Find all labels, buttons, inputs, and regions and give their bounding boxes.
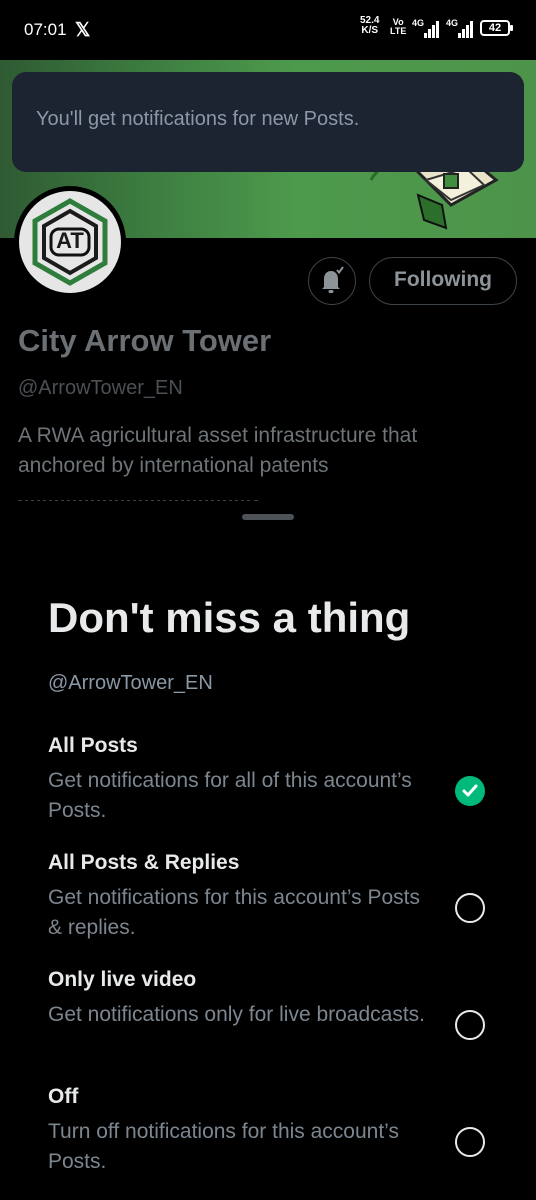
- avatar[interactable]: AT: [14, 186, 126, 298]
- volte-bottom: LTE: [390, 26, 407, 36]
- profile-bio: A RWA agricultural asset infrastructure …: [18, 424, 418, 477]
- network-speed: 52.4 K/S: [360, 16, 379, 36]
- signal-1-icon: [424, 20, 440, 38]
- avatar-text: AT: [56, 228, 84, 253]
- network-type-2: 4G: [446, 18, 459, 28]
- sheet-drag-handle[interactable]: [242, 514, 294, 520]
- sheet-subtitle: @ArrowTower_EN: [48, 672, 213, 694]
- option-title: All Posts: [48, 734, 138, 757]
- x-logo-icon: 𝕏: [75, 20, 91, 41]
- option-title: Only live video: [48, 968, 197, 991]
- option-title: Off: [48, 1085, 79, 1108]
- volte-indicator: Vo LTE: [390, 18, 406, 36]
- radio-all-posts[interactable]: [455, 776, 485, 806]
- option-only-live-video[interactable]: Only live video Get notifications only f…: [48, 968, 488, 1030]
- sheet-title: Don't miss a thing: [48, 594, 411, 641]
- status-bar: 07:01 𝕏 52.4 K/S Vo LTE 4G 4G 42: [0, 0, 536, 60]
- toast-message: You'll get notifications for new Posts.: [36, 108, 360, 130]
- radio-all-posts-replies[interactable]: [455, 893, 485, 923]
- battery-level: 42: [488, 22, 502, 34]
- notification-toast: You'll get notifications for new Posts.: [12, 72, 524, 172]
- option-description: Get notifications for this account’s Pos…: [48, 886, 420, 939]
- radio-only-live-video[interactable]: [455, 1010, 485, 1040]
- battery-icon: 42: [480, 20, 513, 36]
- notification-settings-button[interactable]: [308, 257, 356, 305]
- network-speed-unit: K/S: [361, 25, 379, 36]
- option-all-posts-replies[interactable]: All Posts & Replies Get notifications fo…: [48, 851, 488, 943]
- option-all-posts[interactable]: All Posts Get notifications for all of t…: [48, 734, 488, 826]
- option-title: All Posts & Replies: [48, 851, 240, 874]
- option-description: Get notifications for all of this accoun…: [48, 769, 412, 822]
- network-type-1: 4G: [412, 18, 425, 28]
- checkmark-icon: [462, 784, 478, 797]
- avatar-image: AT: [19, 191, 121, 293]
- option-off[interactable]: Off Turn off notifications for this acco…: [48, 1085, 488, 1177]
- option-description: Turn off notifications for this account’…: [48, 1120, 399, 1173]
- option-description: Get notifications only for live broadcas…: [48, 1003, 426, 1026]
- profile-handle: @ArrowTower_EN: [18, 377, 183, 399]
- bell-check-icon: [322, 266, 344, 293]
- signal-2-icon: [458, 20, 474, 38]
- following-button[interactable]: Following: [369, 257, 517, 305]
- radio-off[interactable]: [455, 1127, 485, 1157]
- profile-display-name: City Arrow Tower: [18, 323, 272, 358]
- notification-bottom-sheet: Don't miss a thing @ArrowTower_EN All Po…: [0, 508, 536, 1200]
- status-time: 07:01: [24, 20, 67, 39]
